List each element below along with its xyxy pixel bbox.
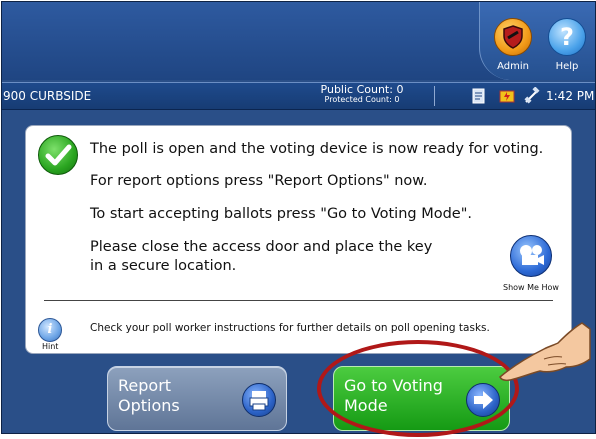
status-bar: 900 CURBSIDE Public Count: 0 Protected C…	[2, 82, 595, 110]
go-to-voting-mode-label-line1: Go to Voting	[344, 376, 443, 395]
go-to-voting-mode-button[interactable]: Go to Voting Mode	[333, 366, 510, 431]
admin-shield-icon	[494, 18, 532, 56]
message-line-poll-open: The poll is open and the voting device i…	[90, 141, 544, 157]
admin-button[interactable]: Admin	[488, 18, 538, 76]
printer-icon	[242, 383, 276, 417]
hint-text: Check your poll worker instructions for …	[90, 322, 490, 334]
show-me-how-button[interactable]	[510, 235, 552, 277]
help-label: Help	[555, 61, 579, 72]
go-to-voting-mode-label: Go to Voting Mode	[344, 376, 443, 416]
status-divider	[434, 86, 435, 106]
document-icon[interactable]	[470, 87, 488, 105]
message-line-voting: To start accepting ballots press "Go to …	[90, 206, 472, 222]
report-options-button[interactable]: Report Options	[107, 366, 287, 431]
show-me-how-label: Show Me How	[503, 283, 559, 292]
poll-name: 900 CURBSIDE	[3, 89, 92, 103]
header-action-panel: Admin ? Help	[479, 2, 595, 80]
report-options-label-line2: Options	[118, 396, 180, 415]
help-question-icon: ?	[548, 18, 586, 56]
public-count: Public Count: 0	[320, 83, 404, 96]
protected-count: Protected Count: 0	[324, 94, 400, 104]
report-options-label-line1: Report	[118, 376, 172, 395]
hint-info-icon[interactable]: i	[38, 318, 62, 342]
card-divider	[44, 300, 553, 301]
admin-label: Admin	[497, 61, 529, 72]
report-options-label: Report Options	[118, 376, 180, 416]
clock-time: 1:42 PM	[546, 89, 595, 103]
help-button[interactable]: ? Help	[542, 18, 592, 76]
pointing-hand-icon	[499, 322, 591, 382]
message-line-close-door: Please close the access door and place t…	[90, 239, 433, 255]
message-card: The poll is open and the voting device i…	[25, 125, 572, 354]
check-icon	[38, 135, 78, 175]
message-line-report: For report options press "Report Options…	[90, 173, 428, 189]
message-line-secure-key: in a secure location.	[90, 258, 237, 274]
go-to-voting-mode-label-line2: Mode	[344, 396, 388, 415]
satellite-icon	[524, 87, 540, 104]
hint-label: Hint	[42, 342, 59, 351]
ballot-counts: Public Count: 0 Protected Count: 0	[302, 84, 422, 104]
battery-charging-icon	[499, 90, 515, 103]
film-projector-icon	[520, 245, 544, 265]
